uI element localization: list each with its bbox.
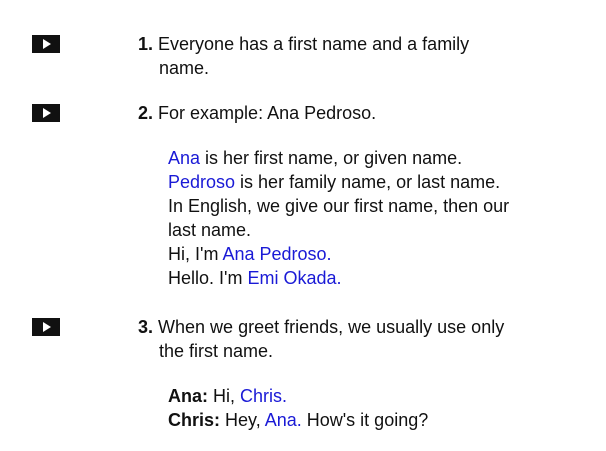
play-button-3[interactable] (32, 318, 60, 336)
item-1-line-2: name. (159, 58, 210, 78)
item-1-text: Everyone has a first name and a family (158, 34, 470, 54)
item-1-number: 1. (138, 34, 154, 54)
name-chris: Chris. (240, 386, 288, 406)
dialogue-line-1: Ana: Hi, Chris. (168, 384, 588, 408)
explanation-line-4: last name. (168, 220, 252, 240)
dialogue-block: Ana: Hi, Chris. Chris: Hey, Ana. How's i… (168, 384, 588, 432)
list-item-1: 1. Everyone has a first name and a famil… (138, 32, 558, 80)
dialogue-line-2-rest: How's it going? (301, 410, 429, 430)
example-line-1-pre: Hi, I'm (168, 244, 223, 264)
example-line-2: Hello. I'm Emi Okada. (168, 266, 588, 290)
speaker-ana: Ana: (168, 386, 208, 406)
speaker-chris: Chris: (168, 410, 221, 430)
example-line-1: Hi, I'm Ana Pedroso. (168, 242, 588, 266)
dialogue-line-2: Chris: Hey, Ana. How's it going? (168, 408, 588, 432)
family-name-pedroso: Pedroso (168, 172, 236, 192)
item-3-number: 3. (138, 317, 154, 337)
item-3-text: When we greet friends, we usually use on… (158, 317, 505, 337)
dialogue-line-1-pre: Hi, (208, 386, 241, 406)
play-button-2[interactable] (32, 104, 60, 122)
item-2-number: 2. (138, 103, 154, 123)
explanation-line-2: Pedroso is her family name, or last name… (168, 170, 588, 194)
item-1-line-1: 1. Everyone has a first name and a famil… (138, 32, 558, 56)
full-name-emi-okada: Emi Okada. (247, 268, 342, 288)
explanation-line-3: In English, we give our first name, then… (168, 196, 510, 216)
given-name-ana: Ana (168, 148, 201, 168)
item-3-line-1: 3. When we greet friends, we usually use… (138, 315, 558, 339)
play-button-1[interactable] (32, 35, 60, 53)
item-2-text: For example: Ana Pedroso. (158, 103, 377, 123)
full-name-ana-pedroso: Ana Pedroso. (222, 244, 332, 264)
example-line-2-pre: Hello. I'm (168, 268, 248, 288)
explanation-block: Ana is her first name, or given name. Pe… (168, 146, 588, 290)
list-item-3: 3. When we greet friends, we usually use… (138, 315, 558, 363)
item-3-line-2: the first name. (159, 341, 274, 361)
play-icon (43, 39, 51, 49)
name-ana: Ana. (264, 410, 302, 430)
list-item-2: 2. For example: Ana Pedroso. (138, 101, 558, 125)
play-icon (43, 322, 51, 332)
explanation-line-1-text: is her first name, or given name. (200, 148, 463, 168)
explanation-line-2-text: is her family name, or last name. (235, 172, 501, 192)
play-icon (43, 108, 51, 118)
explanation-line-1: Ana is her first name, or given name. (168, 146, 588, 170)
item-2-line-1: 2. For example: Ana Pedroso. (138, 101, 558, 125)
dialogue-line-2-pre: Hey, (220, 410, 265, 430)
